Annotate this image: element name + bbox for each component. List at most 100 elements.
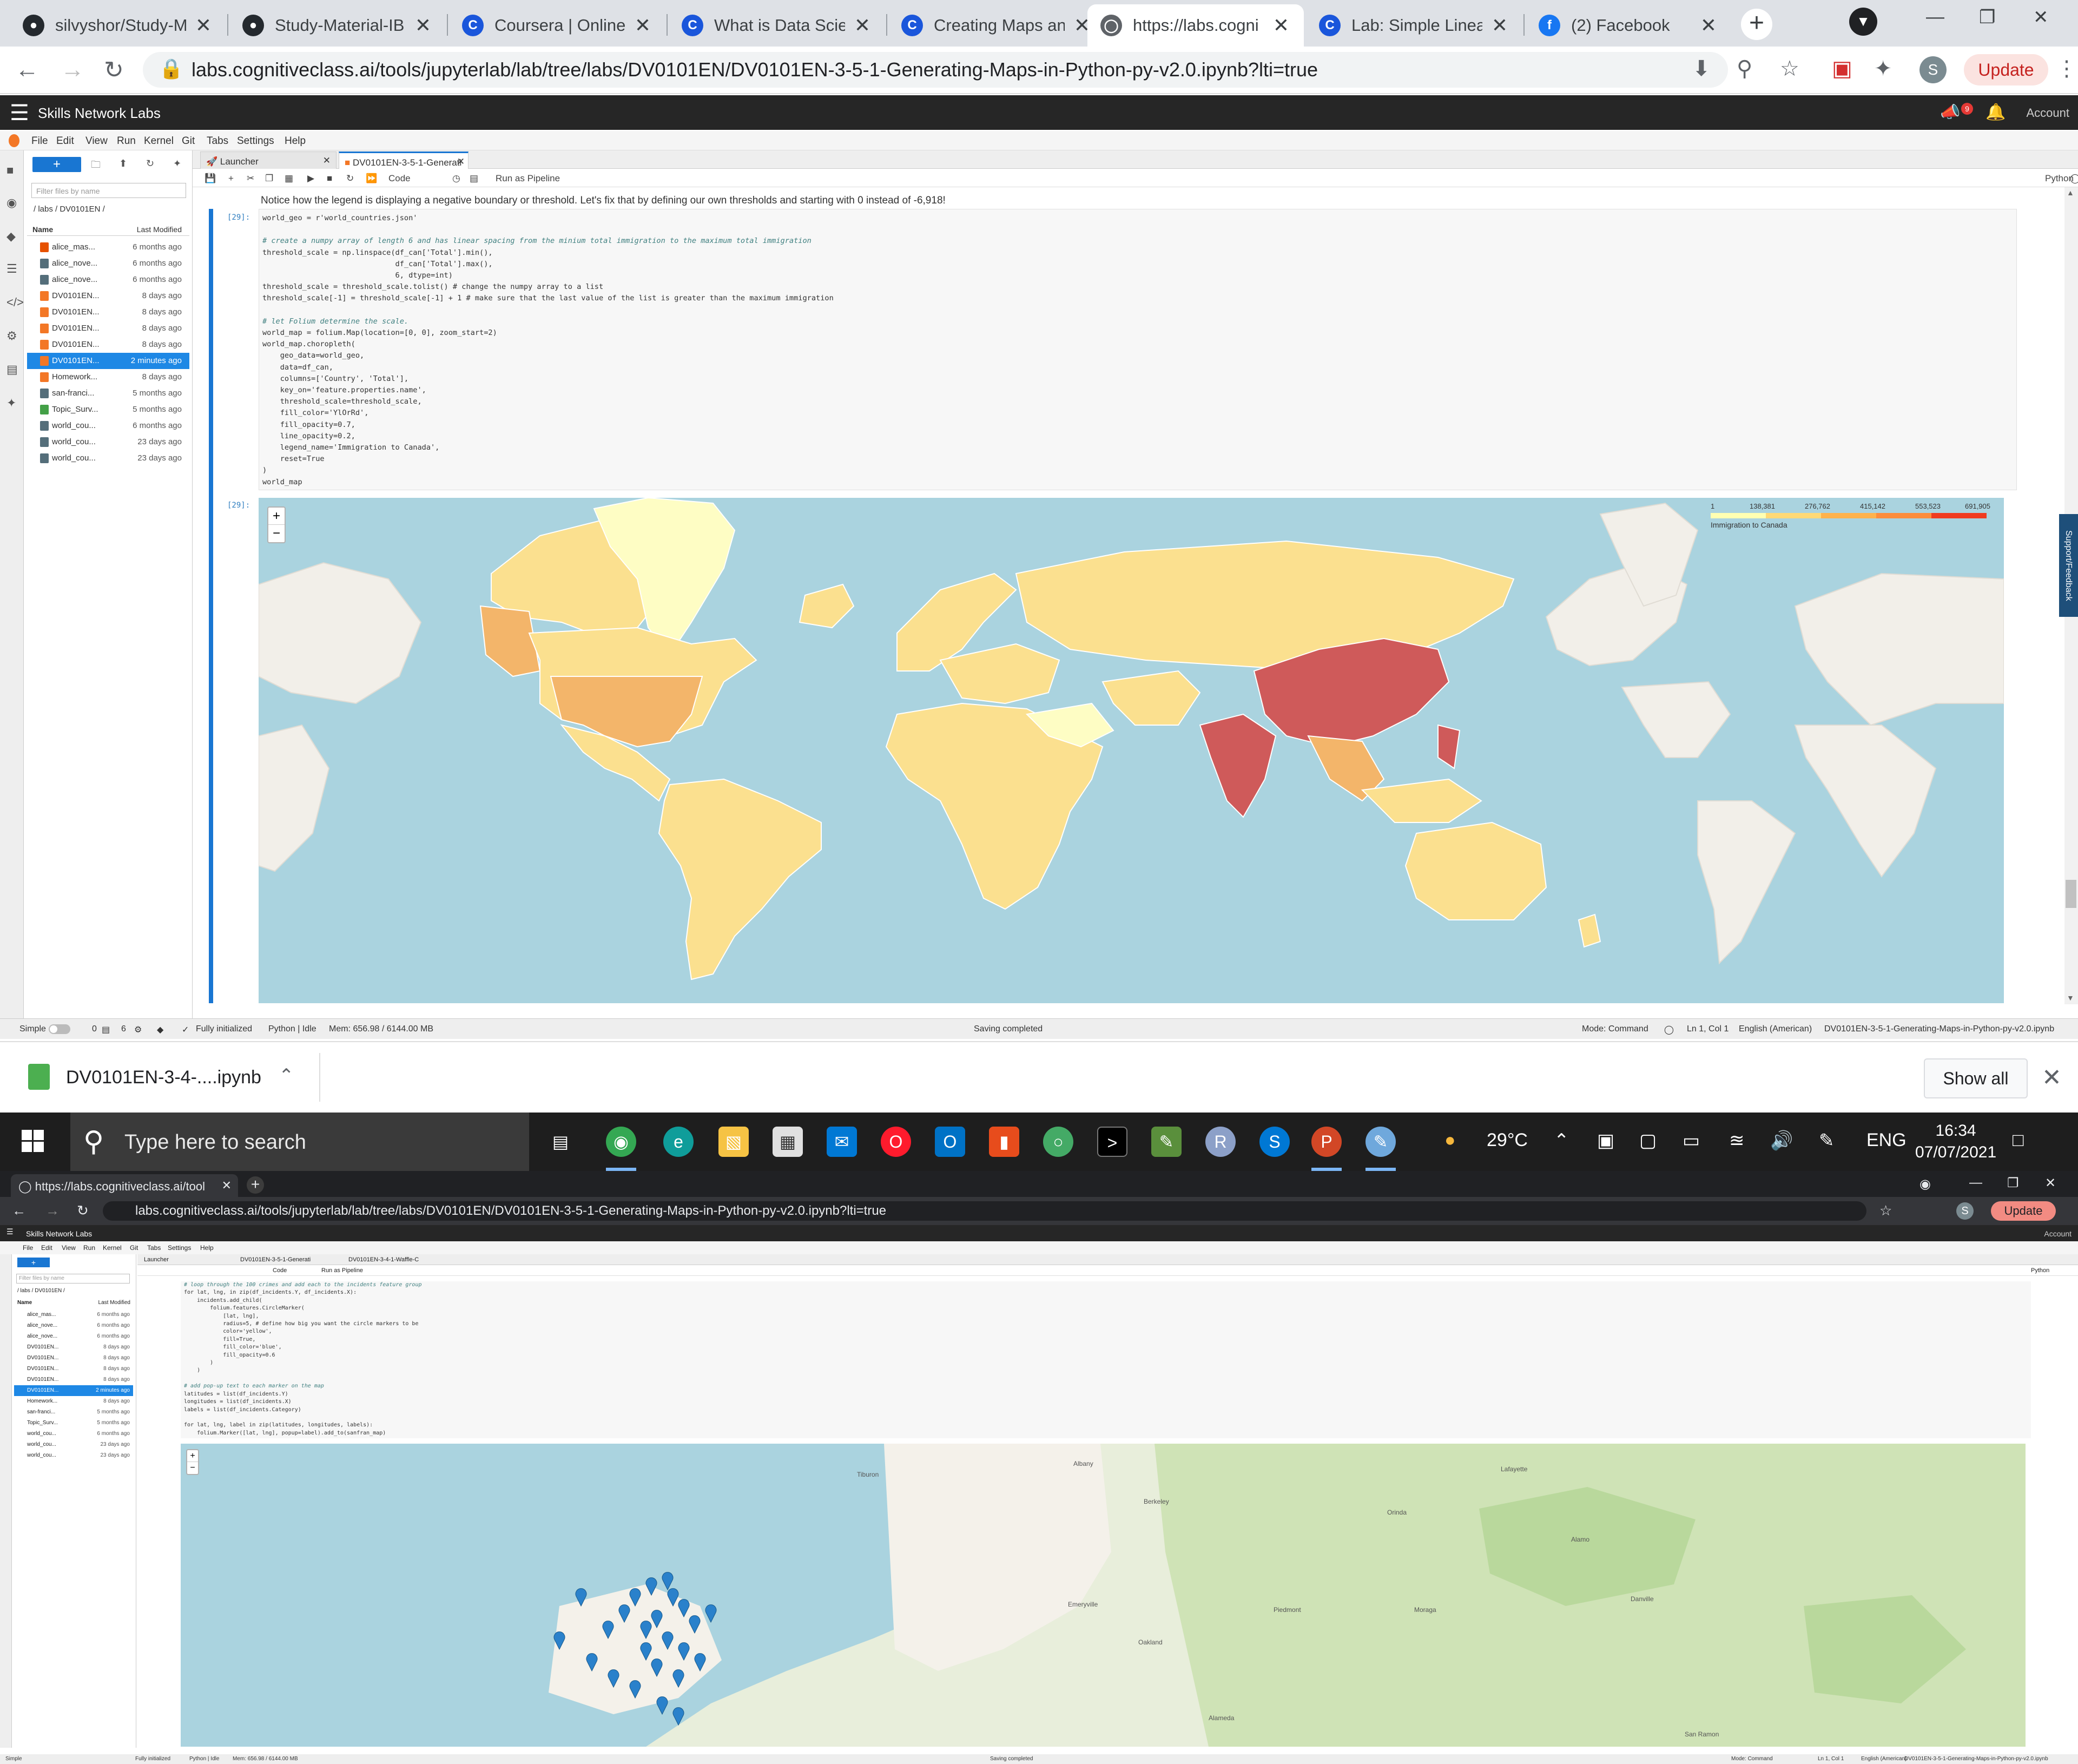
new-folder-icon[interactable]: 🗀 [91, 158, 101, 174]
terminal-icon[interactable]: > [1097, 1127, 1127, 1157]
filter-files-input[interactable]: Filter files by name [31, 183, 186, 198]
reload-icon[interactable]: ↻ [77, 1202, 89, 1219]
git-icon[interactable]: ◆ [6, 229, 16, 243]
menu-git[interactable]: Git [182, 135, 195, 147]
file-row[interactable]: DV0101EN... 2 minutes ago [27, 353, 189, 369]
new-launcher-button[interactable]: + [32, 157, 81, 172]
close-icon[interactable]: ✕ [222, 1179, 232, 1193]
close-icon[interactable]: ✕ [853, 14, 872, 37]
powerpoint-icon[interactable]: P [1311, 1127, 1342, 1171]
announcement-icon[interactable]: 📣 [1940, 103, 1960, 122]
simple-mode-toggle[interactable] [49, 1024, 70, 1034]
r-icon[interactable]: R [1205, 1127, 1236, 1157]
scroll-up-icon[interactable]: ▲ [2067, 188, 2074, 197]
zoom-out-button[interactable]: − [187, 1462, 198, 1474]
menu-file[interactable]: File [31, 135, 48, 147]
download-icon[interactable]: ⬇ [1692, 56, 1711, 81]
tray-chevron-icon[interactable]: ⌃ [1554, 1130, 1569, 1151]
tab-notebook[interactable]: DV0101EN-3-5-1-Generati [240, 1256, 311, 1263]
close-icon[interactable]: ✕ [1490, 14, 1509, 37]
security-icon[interactable]: ▢ [1639, 1130, 1657, 1151]
menu-tabs[interactable]: Tabs [207, 135, 228, 147]
file-row[interactable]: DV0101EN... 8 days ago [14, 1374, 133, 1385]
tabs-icon[interactable]: ▤ [6, 363, 18, 377]
upload-icon[interactable]: ⬆ [119, 158, 127, 169]
more-menu-icon[interactable]: ⋮ [2056, 56, 2077, 81]
browser-tab-5[interactable]: C Creating Maps an ✕ [888, 4, 1105, 47]
file-row[interactable]: alice_nove... 6 months ago [14, 1320, 133, 1331]
close-icon[interactable]: ✕ [633, 14, 652, 37]
file-row[interactable]: Topic_Surv... 5 months ago [14, 1418, 133, 1429]
support-feedback-tab[interactable]: Support/Feedback [2059, 514, 2078, 617]
skype-icon[interactable]: S [1259, 1127, 1290, 1157]
minimize-icon[interactable]: — [1969, 1175, 1982, 1190]
file-row[interactable]: san-franci... 5 months ago [14, 1407, 133, 1418]
pen-icon[interactable]: ✎ [1819, 1130, 1835, 1151]
lock-icon[interactable]: 🔒 [159, 57, 183, 80]
file-row[interactable]: alice_nove... 6 months ago [27, 255, 189, 272]
close-icon[interactable]: ✕ [323, 155, 331, 166]
menu-run[interactable]: Run [83, 1244, 95, 1252]
minimize-icon[interactable]: — [1926, 6, 1944, 28]
close-icon[interactable]: ✕ [1271, 14, 1291, 37]
notifications-icon[interactable]: □ [2013, 1130, 2024, 1151]
file-row[interactable]: world_cou... 23 days ago [14, 1450, 133, 1461]
url-field[interactable]: labs.cognitiveclass.ai/tools/jupyterlab/… [103, 1201, 1866, 1221]
menu-edit[interactable]: Edit [56, 135, 74, 147]
file-row[interactable]: Homework... 8 days ago [27, 369, 189, 385]
forward-icon[interactable]: → [45, 1202, 60, 1219]
browser-tab-6-active[interactable]: ◯ https://labs.cogni ✕ [1087, 4, 1304, 47]
file-row[interactable]: DV0101EN... 8 days ago [14, 1342, 133, 1353]
column-name[interactable]: Name [32, 225, 53, 234]
update-button[interactable]: Update [1964, 54, 2048, 85]
mode-status[interactable]: Mode: Command [1731, 1756, 1773, 1762]
menu-view[interactable]: View [62, 1244, 76, 1252]
restore-icon[interactable]: ❐ [1979, 6, 1995, 28]
menu-settings[interactable]: Settings [168, 1244, 191, 1252]
san-francisco-map[interactable]: + − Tiburon Albany Berkeley Lafayette Orinda… [181, 1444, 2026, 1747]
file-row[interactable]: Homework... 8 days ago [14, 1396, 133, 1407]
battery-icon[interactable]: ▭ [1683, 1130, 1700, 1151]
back-icon[interactable]: ← [15, 56, 39, 83]
edge-icon[interactable]: e [663, 1127, 694, 1157]
property-icon[interactable]: ⚙ [6, 329, 17, 343]
folder-icon[interactable]: ■ [6, 163, 14, 177]
running-icon[interactable]: ◉ [6, 196, 17, 210]
new-tab-button[interactable]: + [1741, 9, 1772, 40]
kernel-status[interactable]: Python | Idle [268, 1024, 316, 1034]
file-row[interactable]: world_cou... 23 days ago [27, 450, 189, 466]
update-button[interactable]: Update [1991, 1201, 2056, 1221]
chrome-icon[interactable]: ◉ [606, 1127, 636, 1171]
cursor-position[interactable]: Ln 1, Col 1 [1687, 1024, 1729, 1034]
zoom-icon[interactable]: ⚲ [1737, 56, 1752, 81]
close-icon[interactable]: ✕ [2042, 1064, 2062, 1091]
new-launcher-button[interactable]: + [17, 1258, 50, 1267]
browser-tab-7[interactable]: C Lab: Simple Linea ✕ [1306, 4, 1522, 47]
menu-edit[interactable]: Edit [41, 1244, 52, 1252]
file-row[interactable]: world_cou... 23 days ago [27, 434, 189, 450]
outlook-icon[interactable]: O [935, 1127, 965, 1157]
browser-tab-8[interactable]: f (2) Facebook ✕ [1526, 4, 1731, 47]
run-icon[interactable]: ▶ [307, 173, 314, 184]
extension-pocket-icon[interactable]: ▣ [1832, 56, 1852, 81]
notepad-icon[interactable]: ✎ [1151, 1127, 1182, 1157]
zoom-in-button[interactable]: + [187, 1450, 198, 1462]
clock[interactable]: 16:34 07/07/2021 [1915, 1120, 1996, 1163]
restart-icon[interactable]: ↻ [346, 173, 354, 184]
git-status-icon[interactable]: ◆ [157, 1024, 163, 1035]
column-last-modified[interactable]: Last Modified [137, 225, 182, 234]
kernel-name[interactable]: Python [2045, 173, 2074, 184]
task-view-icon[interactable]: ▤ [545, 1127, 576, 1157]
hamburger-menu-icon[interactable]: ☰ [6, 1227, 14, 1236]
run-as-pipeline-button[interactable]: Run as Pipeline [321, 1267, 363, 1274]
menu-kernel[interactable]: Kernel [103, 1244, 122, 1252]
menu-kernel[interactable]: Kernel [144, 135, 174, 147]
file-row[interactable]: world_cou... 23 days ago [14, 1439, 133, 1450]
back-icon[interactable]: ← [12, 1202, 26, 1219]
office-icon[interactable]: ▮ [989, 1127, 1019, 1157]
close-icon[interactable]: ✕ [194, 14, 213, 37]
menu-view[interactable]: View [85, 135, 108, 147]
file-row[interactable]: DV0101EN... 2 minutes ago [14, 1385, 133, 1396]
forward-icon[interactable]: → [61, 56, 84, 83]
file-row[interactable]: DV0101EN... 8 days ago [27, 288, 189, 304]
